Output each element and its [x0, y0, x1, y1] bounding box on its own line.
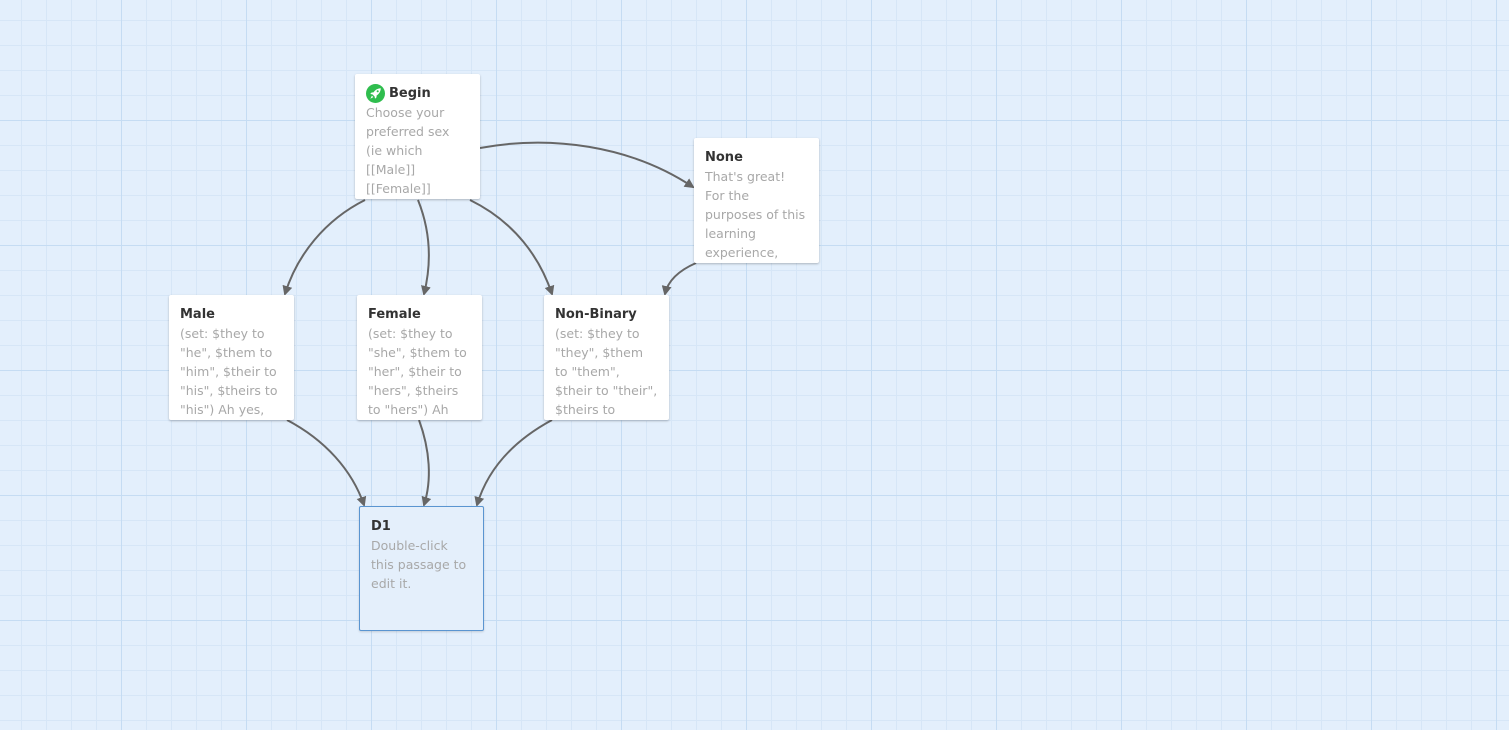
passage-title-text: Non-Binary [555, 307, 637, 322]
passage-title-text: Begin [389, 86, 431, 101]
passage-title-text: None [705, 150, 743, 165]
passage-title: None [705, 148, 808, 167]
passage-title-text: D1 [371, 519, 391, 534]
rocket-icon [366, 84, 385, 103]
link-begin-to-none [479, 141, 695, 189]
link-male-to-d1 [286, 419, 367, 507]
passage-title: D1 [371, 517, 472, 536]
passage-card-d1[interactable]: D1 Double-click this passage to edit it. [359, 506, 484, 631]
passage-excerpt: (set: $they to "she", $them to "her", $t… [368, 326, 467, 417]
passage-card-non-binary[interactable]: Non-Binary (set: $they to "they", $them … [544, 295, 669, 420]
passage-excerpt: Double-click this passage to edit it. [371, 538, 467, 591]
passage-excerpt: That's great! For the purposes of this l… [705, 169, 806, 260]
passage-excerpt: (set: $they to "they", $them to "them", … [555, 326, 658, 417]
story-map[interactable]: Begin Choose your preferred sex (ie whic… [0, 0, 1509, 730]
passage-excerpt: Choose your preferred sex (ie which [[Ma… [366, 105, 450, 196]
passage-card-female[interactable]: Female (set: $they to "she", $them to "h… [357, 295, 482, 420]
link-female-to-d1 [418, 419, 432, 507]
link-begin-to-male [282, 199, 366, 296]
passage-title: Begin [366, 84, 469, 103]
link-begin-to-female [417, 199, 431, 296]
passage-title: Male [180, 305, 283, 324]
link-none-to-non-binary [661, 262, 697, 296]
passage-title: Non-Binary [555, 305, 658, 324]
link-begin-to-non-binary [469, 199, 555, 296]
passage-card-male[interactable]: Male (set: $they to "he", $them to "him"… [169, 295, 294, 420]
passage-title-text: Female [368, 307, 421, 322]
passage-excerpt: (set: $they to "he", $them to "him", $th… [180, 326, 278, 417]
passage-card-begin[interactable]: Begin Choose your preferred sex (ie whic… [355, 74, 480, 199]
passage-title-text: Male [180, 307, 215, 322]
link-non-binary-to-d1 [474, 419, 553, 507]
passage-title: Female [368, 305, 471, 324]
passage-card-none[interactable]: None That's great! For the purposes of t… [694, 138, 819, 263]
